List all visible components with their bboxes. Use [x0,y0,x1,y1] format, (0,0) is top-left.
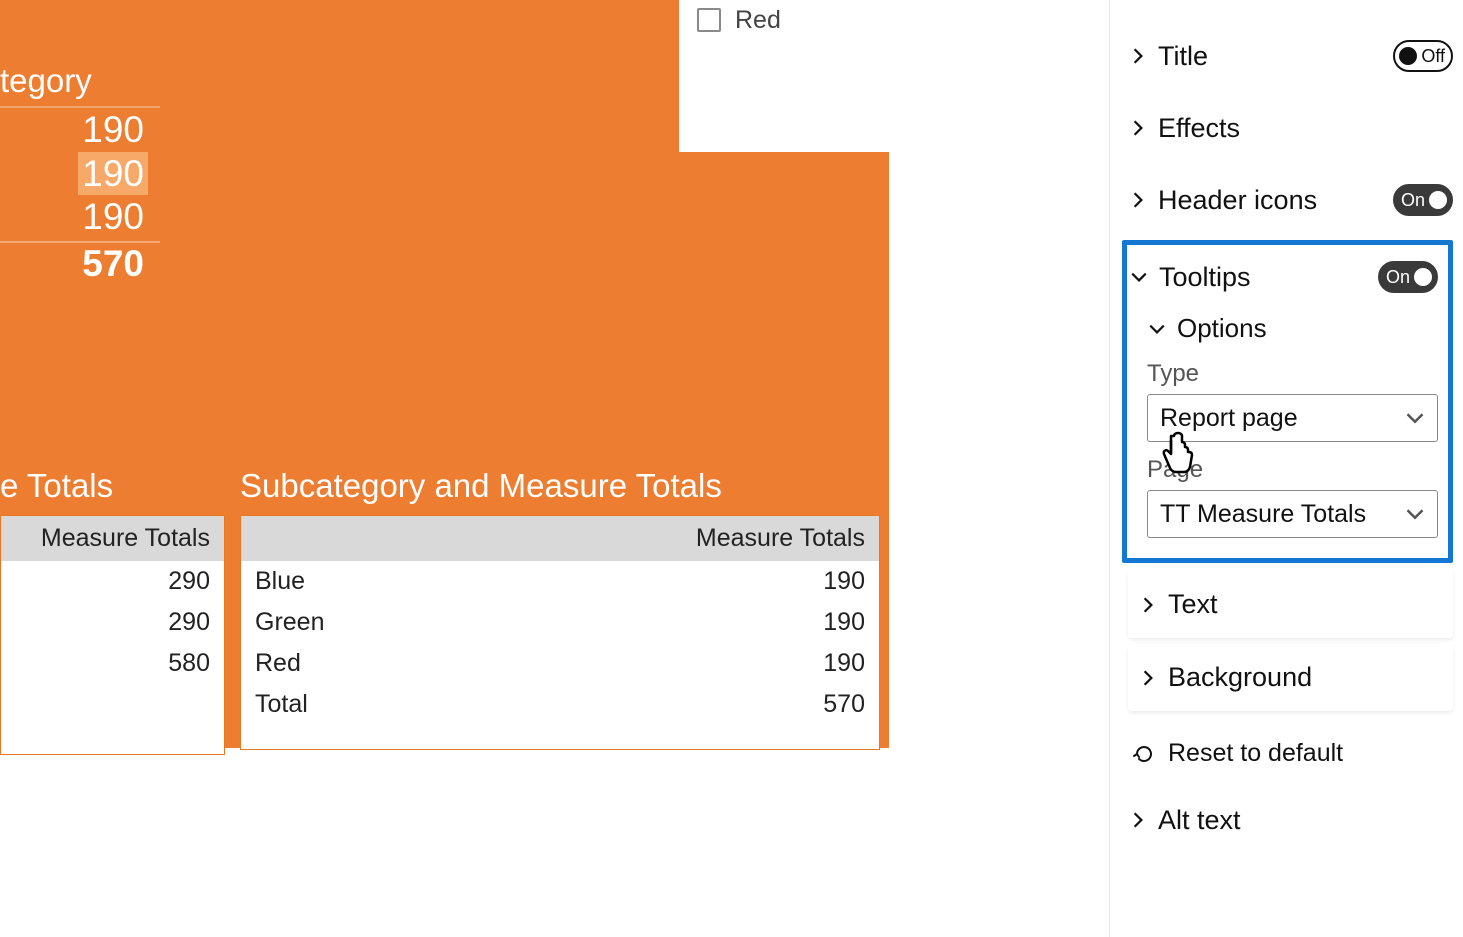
property-background[interactable]: Background [1128,644,1453,711]
cell-label: Blue [241,561,592,602]
chevron-down-icon [1405,408,1425,428]
chevron-right-icon [1138,595,1158,615]
chevron-right-icon [1128,46,1148,66]
cell-value: 190 [592,643,879,684]
cell-value: 290 [1,602,224,643]
cell-label: Green [241,602,592,643]
column-header: Measure Totals [1,516,224,561]
property-label: Text [1168,589,1218,620]
toggle-header-icons[interactable]: On [1393,184,1453,216]
category-value-2: 190 [78,152,148,196]
cell-value: 580 [1,643,224,684]
chevron-right-icon [1128,810,1148,830]
category-header: tegory [0,62,180,100]
tooltips-highlight: Tooltips On Options Type Report page [1122,240,1453,563]
column-header: Measure Totals [592,516,879,561]
table-row: 580 [1,643,224,684]
report-canvas: Red tegory 190 190 190 570 e Totals Meas… [0,0,1109,937]
property-tooltips[interactable]: Tooltips On [1129,249,1438,305]
property-label: Background [1168,662,1312,693]
property-label: Header icons [1158,185,1317,216]
property-label: Tooltips [1159,262,1251,293]
cell-value: 190 [592,602,879,643]
chevron-right-icon [1128,118,1148,138]
table-row: Green190 [241,602,879,643]
table-row: 290 [1,561,224,602]
format-pane: Title Off Effects Header icons O [1109,0,1463,937]
cell-value: 190 [592,561,879,602]
category-total: 570 [0,243,180,285]
chevron-down-icon [1129,267,1149,287]
table-row: Red190 [241,643,879,684]
property-options[interactable]: Options [1147,313,1438,344]
property-label: Title [1158,41,1208,72]
property-text[interactable]: Text [1128,571,1453,638]
table-row: Total570 [241,684,879,725]
property-label: Options [1177,313,1267,344]
category-visual[interactable]: tegory 190 190 190 570 [0,62,180,285]
toggle-tooltips[interactable]: On [1378,261,1438,293]
dropdown-tooltip-page[interactable]: TT Measure Totals [1147,490,1438,538]
subcategory-totals-visual[interactable]: Subcategory and Measure Totals Measure T… [240,467,880,750]
dropdown-value: Report page [1160,404,1298,433]
field-label-page: Page [1147,456,1438,484]
dropdown-value: TT Measure Totals [1160,500,1366,529]
category-value-1: 190 [0,108,180,152]
visual-title: Subcategory and Measure Totals [240,467,880,515]
property-alt-text[interactable]: Alt text [1128,790,1453,850]
property-title[interactable]: Title Off [1128,20,1453,92]
table-row: Blue190 [241,561,879,602]
reset-to-default[interactable]: Reset to default [1128,717,1453,790]
cell-label: Total [241,684,592,725]
cell-value: 290 [1,561,224,602]
property-label: Alt text [1158,805,1241,836]
category-value-3: 190 [0,195,180,239]
slicer-item-label: Red [735,6,781,35]
table-row: 290 [1,602,224,643]
visual-title: e Totals [0,467,225,515]
measure-totals-visual[interactable]: e Totals Measure Totals 290 290 580 [0,467,225,755]
chevron-down-icon [1147,319,1167,339]
dropdown-tooltip-type[interactable]: Report page [1147,394,1438,442]
property-header-icons[interactable]: Header icons On [1128,164,1453,236]
property-label: Effects [1158,113,1240,144]
reset-icon [1132,742,1156,766]
cell-value: 570 [592,684,879,725]
cell-label: Red [241,643,592,684]
property-effects[interactable]: Effects [1128,92,1453,164]
slicer-item-red[interactable]: Red [697,0,871,40]
chevron-right-icon [1128,190,1148,210]
slicer-visual[interactable]: Red [679,0,889,152]
chevron-down-icon [1405,504,1425,524]
reset-label: Reset to default [1168,739,1343,768]
field-label-type: Type [1147,360,1438,388]
chevron-right-icon [1138,668,1158,688]
toggle-title[interactable]: Off [1393,40,1453,72]
checkbox-icon[interactable] [697,8,721,32]
